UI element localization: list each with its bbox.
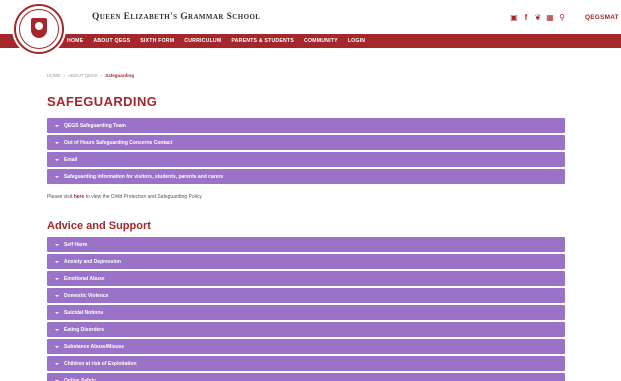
visit-suffix: to view the Child Protection and Safegua… — [84, 194, 202, 200]
instagram-icon[interactable]: ▣ — [508, 13, 520, 23]
nav-item-parents-students[interactable]: PARENTS & STUDENTS — [231, 38, 294, 44]
accordion-item-label: QEGS Safeguarding Team — [64, 122, 126, 129]
facebook-icon[interactable]: f — [520, 13, 532, 23]
chevron-down-icon — [55, 124, 59, 127]
chevron-down-icon — [55, 345, 59, 348]
accordion-item-label: Email — [64, 156, 78, 163]
accordion-item-label: Self Harm — [64, 241, 88, 248]
breadcrumb-link[interactable]: ABOUT QEGS — [68, 73, 98, 78]
advice-support-title: Advice and Support — [47, 220, 151, 232]
qegsmat-link[interactable]: QEGSMAT — [585, 14, 619, 21]
chevron-down-icon — [55, 175, 59, 178]
crest-shield-icon — [31, 18, 47, 38]
accordion-item[interactable]: QEGS Safeguarding Team — [47, 118, 565, 133]
chevron-down-icon — [55, 294, 59, 297]
visit-prefix: Please visit — [47, 194, 74, 200]
nav-item-community[interactable]: COMMUNITY — [304, 38, 338, 44]
school-crest-logo[interactable] — [14, 4, 64, 54]
accordion-item[interactable]: Emotional Abuse — [47, 271, 565, 286]
top-bar: Queen Elizabeth's Grammar School ▣ f ❦ ▦ ⚲ Q… — [0, 0, 621, 54]
chevron-down-icon — [55, 328, 59, 331]
accordion-item[interactable]: Eating Disorders — [47, 322, 565, 337]
breadcrumb-separator: › — [63, 73, 66, 78]
chevron-down-icon — [55, 260, 59, 263]
main-navbar: HOME ABOUT QEGS SIXTH FORM CURRICULUM PARENT… — [0, 34, 621, 48]
social-links: ▣ f ❦ ▦ ⚲ — [508, 13, 568, 23]
breadcrumb-separator: › — [100, 73, 103, 78]
chevron-down-icon — [55, 362, 59, 365]
nav-item-curriculum[interactable]: CURRICULUM — [184, 38, 221, 44]
nav-items: HOME ABOUT QEGS SIXTH FORM CURRICULUM PARENT… — [67, 34, 365, 48]
twitter-icon[interactable]: ❦ — [532, 13, 544, 23]
policy-here-link[interactable]: here — [74, 194, 85, 200]
breadcrumb: HOME › ABOUT QEGS › Safeguarding — [47, 73, 134, 78]
accordion-item[interactable]: Email — [47, 152, 565, 167]
accordion-item-label: Children at risk of Exploitation — [64, 360, 137, 367]
chevron-down-icon — [55, 243, 59, 246]
school-name[interactable]: Queen Elizabeth's Grammar School — [92, 12, 260, 22]
accordion-item-label: Domestic Violence — [64, 292, 109, 299]
accordion-item-label: Anxiety and Depression — [64, 258, 121, 265]
breadcrumb-current: Safeguarding — [105, 73, 134, 78]
accordion-item[interactable]: Safeguarding information for visitors, s… — [47, 169, 565, 184]
accordion-item-label: Emotional Abuse — [64, 275, 105, 282]
calendar-icon[interactable]: ▦ — [544, 13, 556, 23]
chevron-down-icon — [55, 158, 59, 161]
accordion-item-label: Substance Abuse/Misuse — [64, 343, 125, 350]
accordion-item[interactable]: Online Safety — [47, 373, 565, 381]
accordion-item[interactable]: Self Harm — [47, 237, 565, 252]
safeguarding-accordion: QEGS Safeguarding Team Out of Hours Safeg… — [47, 118, 565, 186]
nav-item-about-qegs[interactable]: ABOUT QEGS — [93, 38, 130, 44]
accordion-item-label: Online Safety — [64, 377, 96, 381]
accordion-item-label: Suicidal Notions — [64, 309, 104, 316]
breadcrumb-link[interactable]: HOME — [47, 73, 61, 78]
chevron-down-icon — [55, 277, 59, 280]
accordion-item[interactable]: Out of Hours Safeguarding Concerns Conta… — [47, 135, 565, 150]
accordion-item-label: Safeguarding information for visitors, s… — [64, 173, 224, 180]
accordion-item[interactable]: Substance Abuse/Misuse — [47, 339, 565, 354]
nav-item-sixth-form[interactable]: SIXTH FORM — [140, 38, 174, 44]
accordion-item[interactable]: Domestic Violence — [47, 288, 565, 303]
accordion-item[interactable]: Children at risk of Exploitation — [47, 356, 565, 371]
chevron-down-icon — [55, 141, 59, 144]
accordion-item-label: Eating Disorders — [64, 326, 105, 333]
chevron-down-icon — [55, 311, 59, 314]
nav-item-login[interactable]: LOGIN — [348, 38, 365, 44]
accordion-item[interactable]: Suicidal Notions — [47, 305, 565, 320]
policy-visit-text: Please visit here to view the Child Prot… — [47, 194, 202, 200]
advice-accordion: Self Harm Anxiety and Depression Emotional… — [47, 237, 565, 381]
page-title: SAFEGUARDING — [47, 94, 158, 109]
nav-item-home[interactable]: HOME — [67, 38, 83, 44]
accordion-item-label: Out of Hours Safeguarding Concerns Conta… — [64, 139, 173, 146]
accordion-item[interactable]: Anxiety and Depression — [47, 254, 565, 269]
search-icon[interactable]: ⚲ — [556, 13, 568, 23]
